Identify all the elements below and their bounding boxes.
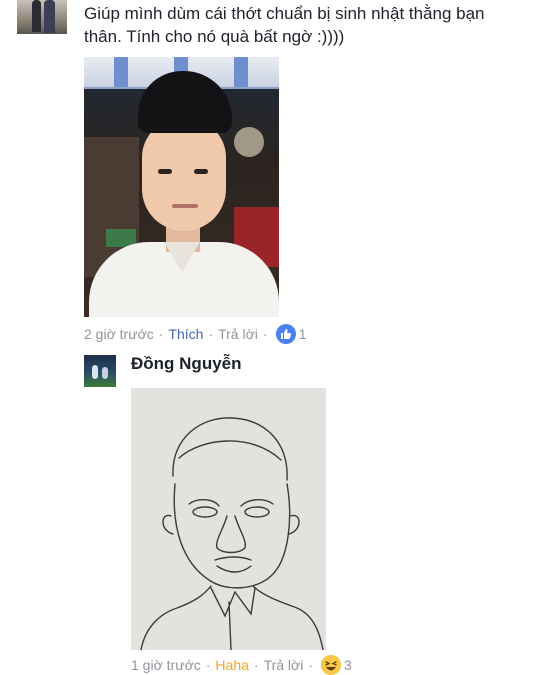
comment-photo-selfie[interactable] xyxy=(84,57,279,317)
like-icon[interactable] xyxy=(275,324,296,344)
haha-reaction-button[interactable]: Haha xyxy=(215,657,248,673)
commenter-avatar[interactable] xyxy=(84,355,116,387)
separator-dot: · xyxy=(253,657,259,673)
poster-avatar[interactable] xyxy=(17,0,67,34)
separator-dot: · xyxy=(158,326,164,342)
comment-meta-row: 1 giờ trước · Haha · Trả lời · 3 xyxy=(131,655,352,675)
reaction-count[interactable]: 3 xyxy=(344,657,352,673)
post-text: Giúp mình dùm cái thớt chuẩn bị sinh nhậ… xyxy=(84,4,485,46)
comment-meta-row: 2 giờ trước · Thích · Trả lời · 1 xyxy=(84,324,306,344)
separator-dot: · xyxy=(262,326,268,342)
comment-timestamp[interactable]: 1 giờ trước xyxy=(131,657,201,673)
like-button[interactable]: Thích xyxy=(168,326,203,342)
commenter-name[interactable]: Đồng Nguyễn xyxy=(131,354,242,374)
reply-button[interactable]: Trả lời xyxy=(264,657,304,673)
reply-button[interactable]: Trả lời xyxy=(218,326,258,342)
comment-timestamp[interactable]: 2 giờ trước xyxy=(84,326,154,342)
separator-dot: · xyxy=(308,657,314,673)
reaction-count[interactable]: 1 xyxy=(299,326,307,342)
separator-dot: · xyxy=(205,657,211,673)
separator-dot: · xyxy=(208,326,214,342)
haha-icon[interactable] xyxy=(321,655,342,675)
comment-photo-sketch[interactable] xyxy=(131,388,326,650)
